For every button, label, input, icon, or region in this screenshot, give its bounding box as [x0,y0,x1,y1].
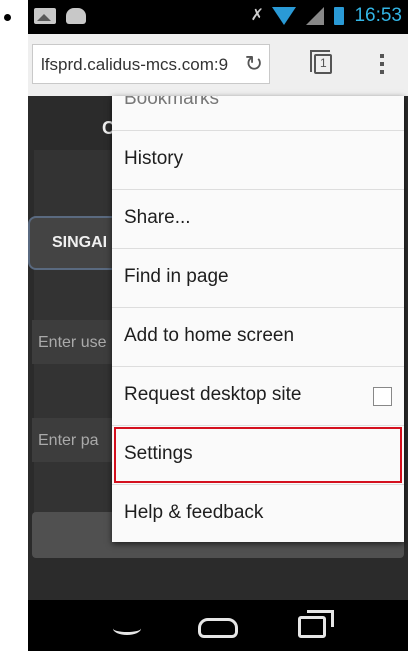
back-icon[interactable] [113,622,141,635]
password-placeholder: Enter pa [38,432,99,449]
tabs-icon[interactable]: 1 [310,50,332,74]
tab-count: 1 [320,56,327,70]
menu-item-find-in-page[interactable]: Find in page [112,248,404,307]
list-bullet [4,14,11,21]
overflow-menu-icon[interactable] [380,54,384,78]
menu-item-label: Request desktop site [124,384,302,405]
menu-item-label: History [124,148,184,169]
menu-item-label: Help & feedback [124,502,264,523]
settings-highlight-box [114,427,402,483]
username-placeholder: Enter use [38,334,107,351]
gallery-notification-icon [34,8,56,24]
browser-toolbar: lfsprd.calidus-mcs.com:9 ↻ 1 [28,34,408,96]
location-select-text: SINGAI [52,234,108,251]
reload-icon[interactable]: ↻ [245,51,263,77]
menu-item-label: Add to home screen [124,325,295,346]
request-desktop-checkbox[interactable] [373,387,392,406]
status-time: 16:53 [354,5,402,26]
mute-icon: ✗ [250,7,264,24]
url-field[interactable]: lfsprd.calidus-mcs.com:9 ↻ [32,44,270,84]
menu-item-history[interactable]: History [112,130,404,189]
menu-item-bookmarks[interactable]: Bookmarks [124,96,219,110]
menu-item-share[interactable]: Share... [112,189,404,248]
android-notification-icon [66,8,86,24]
signal-icon [306,7,325,25]
navigation-bar [28,600,408,651]
battery-icon [334,7,345,25]
browser-overflow-menu: Bookmarks History Share... Find in page … [112,96,404,542]
url-text: lfsprd.calidus-mcs.com:9 [41,55,229,74]
menu-item-help-feedback[interactable]: Help & feedback [112,484,404,542]
menu-item-label: Find in page [124,266,229,287]
status-bar: ✗ 16:53 [28,0,408,34]
wifi-icon [272,7,297,25]
phone-screen: ✗ 16:53 lfsprd.calidus-mcs.com:9 ↻ 1 C S… [28,0,408,651]
menu-item-request-desktop-site[interactable]: Request desktop site [112,366,404,425]
recent-apps-icon[interactable] [298,610,334,638]
menu-item-add-to-home-screen[interactable]: Add to home screen [112,307,404,366]
home-icon[interactable] [198,618,238,638]
menu-item-label: Share... [124,207,191,228]
